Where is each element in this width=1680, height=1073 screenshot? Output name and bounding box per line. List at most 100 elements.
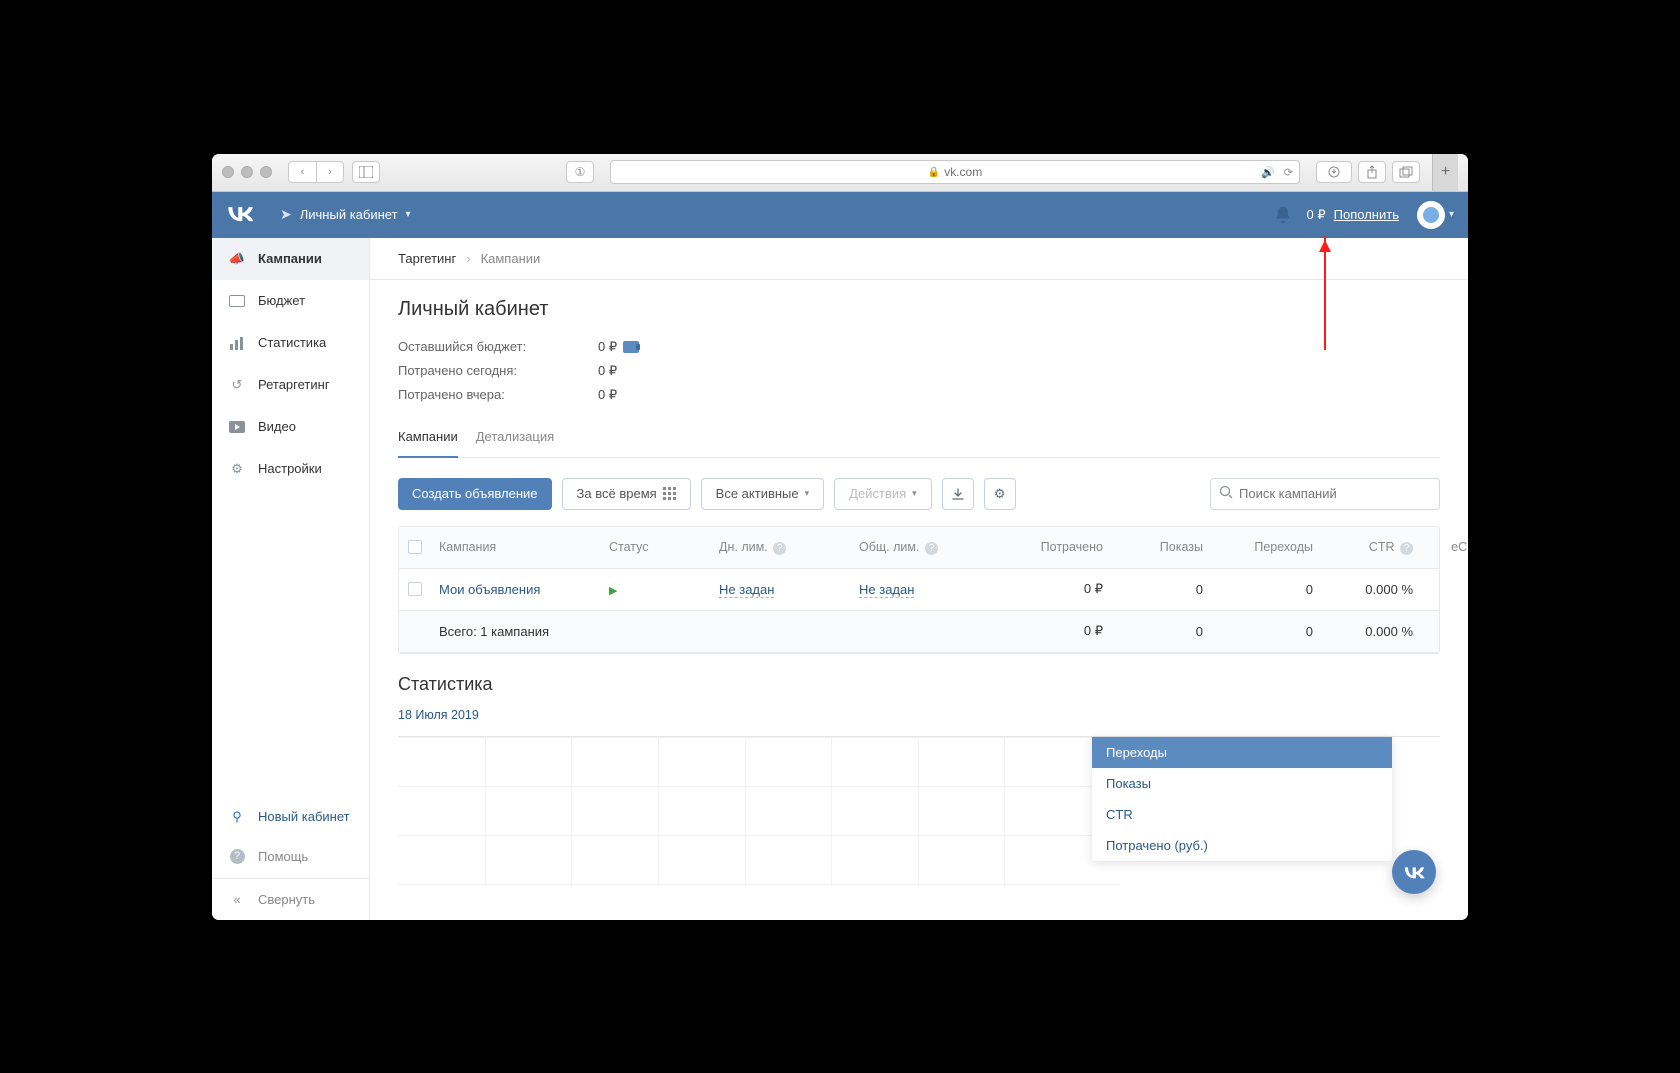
create-ad-button[interactable]: Создать объявление [398, 478, 552, 510]
gear-icon: ⚙ [994, 486, 1006, 502]
table-row: Мои объявления ▶ Не задан Не задан 0 ₽ 0… [399, 569, 1439, 611]
chevron-right-icon: › [466, 251, 470, 266]
spent-yesterday-value: 0 ₽ [598, 387, 617, 403]
settings-button[interactable]: ⚙ [984, 478, 1016, 510]
col-spent[interactable]: Потрачено [991, 540, 1111, 554]
sidebar-item-retargeting[interactable]: ↺ Ретаргетинг [212, 364, 369, 406]
period-dropdown[interactable]: За всё время [562, 478, 691, 510]
row-checkbox[interactable] [408, 582, 422, 596]
cabinet-dropdown[interactable]: ➤ Личный кабинет ▾ [280, 206, 411, 223]
vk-logo-icon[interactable] [226, 204, 254, 225]
status-filter-dropdown[interactable]: Все активные ▾ [701, 478, 824, 510]
wallet-icon[interactable] [623, 341, 639, 353]
legend-clicks[interactable]: Переходы [1092, 737, 1392, 768]
privacy-report-button[interactable]: ① [566, 161, 594, 183]
download-icon [951, 487, 965, 501]
col-campaign[interactable]: Кампания [431, 540, 601, 554]
nav-back-button[interactable]: ‹ [288, 161, 316, 183]
tab-campaigns[interactable]: Кампании [398, 429, 458, 458]
nav-forward-button[interactable]: › [316, 161, 344, 183]
legend-impressions[interactable]: Показы [1092, 768, 1392, 799]
row-impressions: 0 [1111, 582, 1211, 597]
user-menu[interactable]: ▾ [1413, 201, 1454, 229]
tabs-button[interactable] [1392, 161, 1420, 183]
annotation-arrow [1324, 236, 1326, 350]
sidebar-toggle-button[interactable] [352, 161, 380, 183]
vk-logo-icon [1403, 865, 1425, 879]
col-ctr[interactable]: CTR [1369, 540, 1395, 554]
col-total-limit[interactable]: Общ. лим. [859, 540, 919, 554]
help-icon[interactable]: ? [773, 542, 786, 555]
sidebar-help[interactable]: ? Помощь [212, 836, 369, 878]
help-icon[interactable]: ? [1400, 542, 1413, 555]
legend-ctr[interactable]: CTR [1092, 799, 1392, 830]
vk-header: ➤ Личный кабинет ▾ 0 ₽ Пополнить ▾ [212, 192, 1468, 238]
bell-icon[interactable] [1273, 205, 1293, 225]
breadcrumb: Таргетинг › Кампании [370, 238, 1468, 280]
reload-icon[interactable]: ⟳ [1284, 166, 1293, 179]
help-icon[interactable]: ? [925, 542, 938, 555]
tabs-icon [1399, 166, 1413, 178]
col-ecpc[interactable]: eCPC [1451, 540, 1468, 554]
bars-icon [228, 334, 246, 352]
topup-link[interactable]: Пополнить [1334, 207, 1399, 222]
downloads-button[interactable] [1316, 161, 1352, 183]
campaign-name-link[interactable]: Мои объявления [439, 582, 540, 597]
vk-help-fab[interactable] [1392, 850, 1436, 894]
share-icon [1366, 165, 1378, 179]
download-icon [1328, 166, 1340, 178]
search-campaigns[interactable] [1210, 478, 1440, 510]
address-bar[interactable]: 🔒 vk.com 🔊 ⟳ [610, 160, 1300, 184]
sidebar-item-settings[interactable]: ⚙ Настройки [212, 448, 369, 490]
breadcrumb-root[interactable]: Таргетинг [398, 251, 456, 266]
megaphone-icon: 📣 [228, 250, 246, 268]
row-spent: 0 ₽ [991, 581, 1111, 597]
select-all-checkbox[interactable] [408, 540, 422, 554]
total-clicks: 0 [1211, 624, 1321, 639]
daily-limit-value[interactable]: Не задан [719, 582, 774, 598]
legend-spent[interactable]: Потрачено (руб.) [1092, 830, 1392, 861]
traffic-close-icon[interactable] [222, 166, 234, 178]
traffic-minimize-icon[interactable] [241, 166, 253, 178]
total-limit-value[interactable]: Не задан [859, 582, 914, 598]
share-button[interactable] [1358, 161, 1386, 183]
spent-today-value: 0 ₽ [598, 363, 617, 379]
total-ecpc: 0 ₽ [1421, 623, 1468, 639]
sidebar-item-statistics[interactable]: Статистика [212, 322, 369, 364]
chart-legend: Переходы Показы CTR Потрачено (руб.) [1092, 737, 1392, 861]
col-clicks[interactable]: Переходы [1211, 540, 1321, 554]
sidebar-item-video[interactable]: Видео [212, 406, 369, 448]
col-daily-limit[interactable]: Дн. лим. [719, 540, 768, 554]
budget-summary: Оставшийся бюджет: 0 ₽ Потрачено сегодня… [398, 339, 1440, 403]
col-status[interactable]: Статус [601, 540, 711, 554]
download-button[interactable] [942, 478, 974, 510]
spent-today-label: Потрачено сегодня: [398, 363, 598, 379]
search-input[interactable] [1239, 486, 1431, 501]
sidebar-collapse[interactable]: « Свернуть [212, 878, 369, 920]
row-ecpc: 0 ₽ [1421, 581, 1468, 597]
key-icon: ⚲ [228, 808, 246, 826]
page-title: Личный кабинет [398, 298, 1440, 321]
col-impressions[interactable]: Показы [1111, 540, 1211, 554]
browser-toolbar: ‹ › ① 🔒 vk.com 🔊 ⟳ + [212, 154, 1468, 192]
campaigns-table: Кампания Статус Дн. лим. ? Общ. лим. ? П… [398, 526, 1440, 654]
window-controls[interactable] [222, 166, 272, 178]
new-tab-button[interactable]: + [1432, 154, 1458, 191]
stats-date[interactable]: 18 Июля 2019 [398, 708, 479, 722]
total-label: Всего: 1 кампания [431, 624, 851, 639]
table-header: Кампания Статус Дн. лим. ? Общ. лим. ? П… [399, 527, 1439, 569]
sound-icon[interactable]: 🔊 [1261, 166, 1275, 179]
traffic-zoom-icon[interactable] [260, 166, 272, 178]
sidebar-item-budget[interactable]: Бюджет [212, 280, 369, 322]
sidebar-item-campaigns[interactable]: 📣 Кампании [212, 238, 369, 280]
remaining-budget-label: Оставшийся бюджет: [398, 339, 598, 355]
play-icon[interactable]: ▶ [609, 585, 617, 597]
content: Таргетинг › Кампании Личный кабинет Оста… [370, 238, 1468, 920]
remaining-budget-value: 0 ₽ [598, 339, 617, 354]
actions-dropdown[interactable]: Действия ▾ [834, 478, 932, 510]
row-clicks: 0 [1211, 582, 1321, 597]
sidebar-new-cabinet[interactable]: ⚲ Новый кабинет [212, 798, 369, 836]
tab-details[interactable]: Детализация [476, 429, 554, 457]
lock-icon: 🔒 [928, 167, 940, 178]
chevron-down-icon: ▾ [912, 488, 917, 499]
